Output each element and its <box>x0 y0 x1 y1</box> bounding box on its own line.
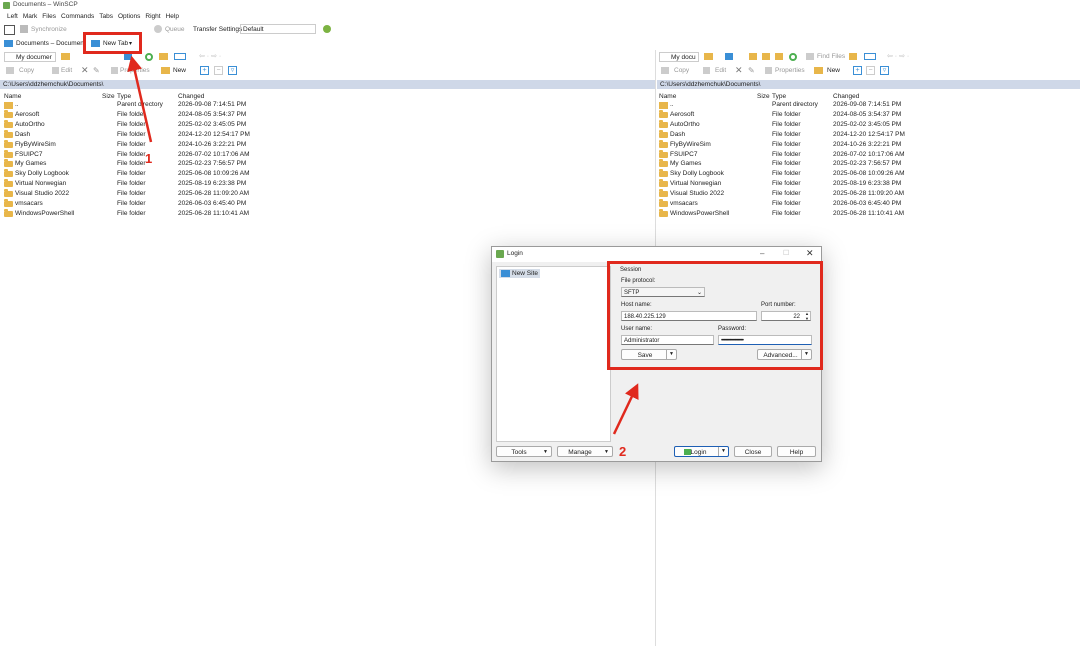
annotation-step-1: 1 <box>145 151 153 166</box>
annotation-arrows <box>127 55 639 435</box>
arrow-to-session <box>612 383 639 435</box>
annotation-step-2: 2 <box>619 444 627 459</box>
arrow-to-new-tab <box>127 55 153 143</box>
